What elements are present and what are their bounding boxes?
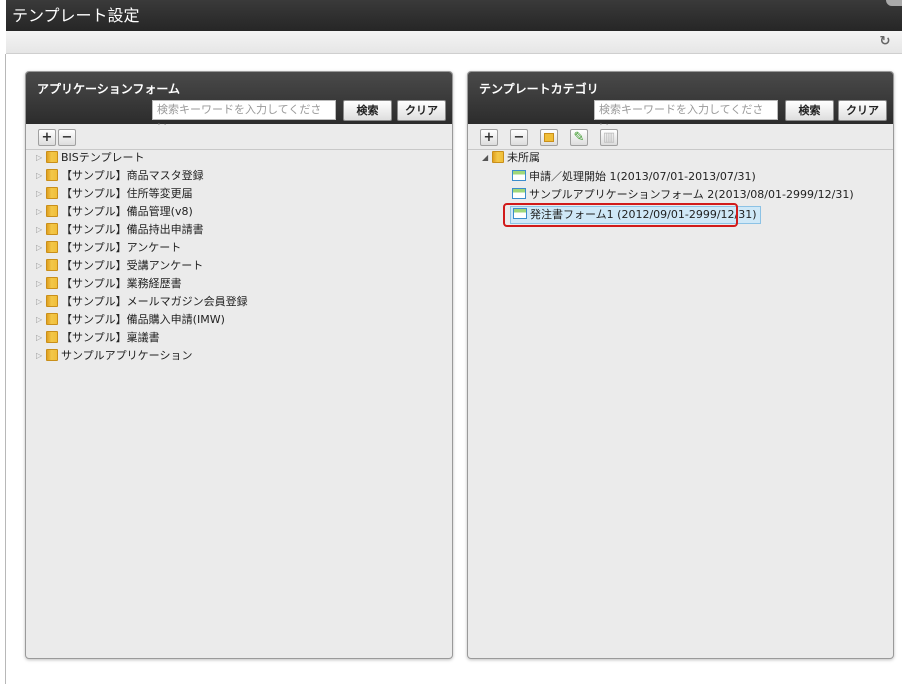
expand-arrow-icon[interactable]: ▷ [36, 168, 46, 184]
tree-item[interactable]: ▷ 【サンプル】受講アンケート [36, 258, 203, 274]
folder-icon [46, 241, 58, 253]
expand-arrow-icon[interactable]: ▷ [36, 276, 46, 292]
folder-icon [46, 331, 58, 343]
folder-icon [46, 349, 58, 361]
folder-icon [46, 151, 58, 163]
collapse-arrow-icon[interactable]: ◢ [482, 150, 492, 166]
tree-item[interactable]: サンプルアプリケーションフォーム 2(2013/08/01-2999/12/31… [512, 187, 854, 203]
template-category-panel: テンプレートカテゴリ 検索キーワードを入力してください。 検索 クリア + − … [467, 71, 894, 659]
window-corner [886, 0, 902, 6]
form-icon [512, 170, 526, 181]
tree-item[interactable]: ▷ 【サンプル】商品マスタ登録 [36, 168, 204, 184]
expand-arrow-icon[interactable]: ▷ [36, 240, 46, 256]
tree-item[interactable]: ▷ BISテンプレート [36, 150, 144, 166]
folder-icon [46, 223, 58, 235]
application-form-panel: アプリケーションフォーム 検索キーワードを入力してください。 検索 クリア + … [25, 71, 453, 659]
clear-button[interactable]: クリア [397, 100, 446, 121]
tree-item[interactable]: ▷ 【サンプル】アンケート [36, 240, 181, 256]
clear-button[interactable]: クリア [838, 100, 887, 121]
tree-item[interactable]: 申請／処理開始 1(2013/07/01-2013/07/31) [512, 169, 756, 185]
search-button[interactable]: 検索 [785, 100, 834, 121]
search-input[interactable]: 検索キーワードを入力してください。 [594, 100, 778, 134]
folder-icon [46, 205, 58, 217]
folder-icon [46, 277, 58, 289]
trash-icon: ▥ [600, 129, 618, 146]
minus-icon[interactable]: − [510, 129, 528, 146]
folder-icon [46, 169, 58, 181]
tree-item[interactable]: ▷ 【サンプル】備品持出申請書 [36, 222, 204, 238]
tree-item[interactable]: ▷ 【サンプル】備品購入申請(IMW) [36, 312, 225, 328]
tree-item[interactable]: ▷ 【サンプル】備品管理(v8) [36, 204, 193, 220]
tree-root[interactable]: ◢ 未所属 [482, 150, 540, 166]
expand-arrow-icon[interactable]: ▷ [36, 348, 46, 364]
expand-arrow-icon[interactable]: ▷ [36, 222, 46, 238]
folder-icon [46, 313, 58, 325]
plus-icon[interactable]: + [480, 129, 498, 146]
tree-item[interactable]: ▷ 【サンプル】メールマガジン会員登録 [36, 294, 248, 310]
panel-header: アプリケーションフォーム 検索キーワードを入力してください。 検索 クリア [26, 72, 452, 134]
search-input[interactable]: 検索キーワードを入力してください。 [152, 100, 336, 134]
folder-icon [492, 151, 504, 163]
expand-arrow-icon[interactable]: ▷ [36, 258, 46, 274]
expand-arrow-icon[interactable]: ▷ [36, 150, 46, 166]
sub-toolbar: ↻ [6, 31, 902, 54]
expand-arrow-icon[interactable]: ▷ [36, 204, 46, 220]
tree-item[interactable]: ▷ サンプルアプリケーション [36, 348, 192, 364]
new-folder-icon[interactable] [540, 129, 558, 146]
folder-icon [46, 187, 58, 199]
tree-item[interactable]: ▷ 【サンプル】稟議書 [36, 330, 160, 346]
minus-icon[interactable]: − [58, 129, 76, 146]
form-icon [512, 188, 526, 199]
pencil-icon[interactable]: ✎ [570, 129, 588, 146]
panel-title: テンプレートカテゴリ [479, 82, 599, 96]
plus-icon[interactable]: + [38, 129, 56, 146]
tree-item[interactable]: ▷ 【サンプル】住所等変更届 [36, 186, 193, 202]
tree-item-selected[interactable]: 発注書フォーム1 (2012/09/01-2999/12/31) [510, 206, 761, 224]
folder-icon [46, 259, 58, 271]
folder-icon [46, 295, 58, 307]
expand-arrow-icon[interactable]: ▷ [36, 312, 46, 328]
expand-arrow-icon[interactable]: ▷ [36, 330, 46, 346]
page-title: テンプレート設定 [12, 6, 140, 25]
panel-header: テンプレートカテゴリ 検索キーワードを入力してください。 検索 クリア [468, 72, 893, 134]
tree-item[interactable]: ▷ 【サンプル】業務経歴書 [36, 276, 182, 292]
form-icon [513, 208, 527, 219]
expand-arrow-icon[interactable]: ▷ [36, 294, 46, 310]
tree-toolbar: + − ✎ ▥ [468, 125, 893, 150]
panel-title: アプリケーションフォーム [37, 82, 181, 96]
refresh-icon[interactable]: ↻ [878, 35, 892, 49]
search-button[interactable]: 検索 [343, 100, 392, 121]
expand-arrow-icon[interactable]: ▷ [36, 186, 46, 202]
tree-toolbar: + − [26, 125, 452, 150]
title-bar: テンプレート設定 [6, 0, 902, 31]
